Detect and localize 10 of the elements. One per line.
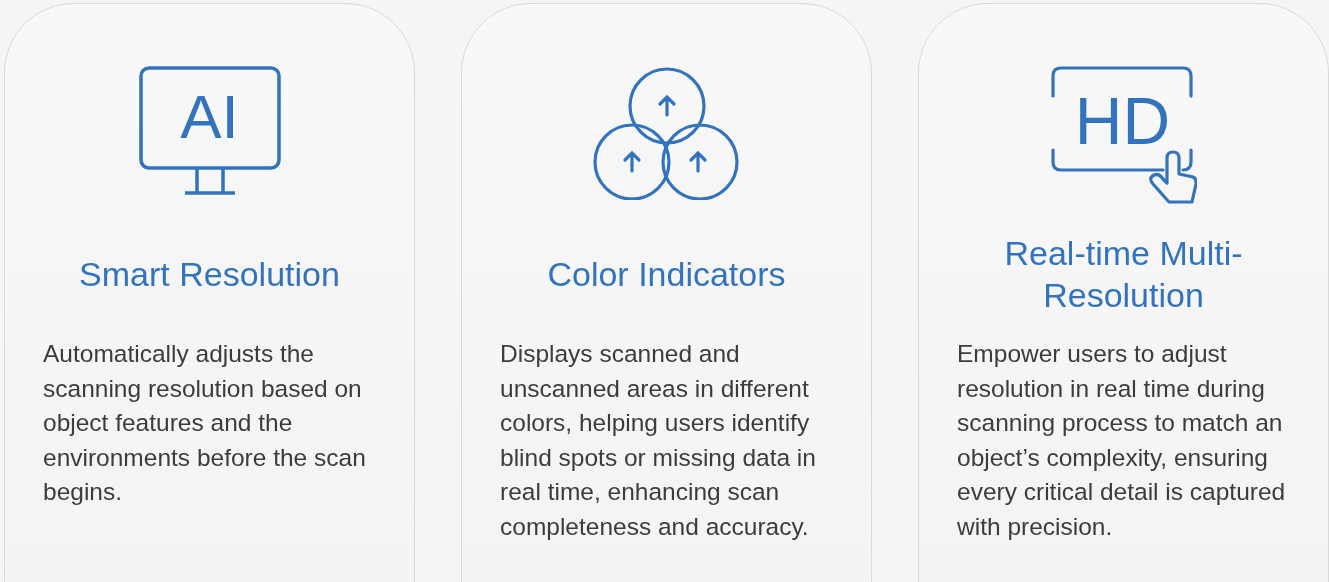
card-title: Color Indicators — [547, 254, 786, 295]
monitor-icon — [138, 66, 281, 196]
circles-icon — [592, 66, 741, 200]
icon-text: HD — [1073, 88, 1172, 154]
icon-text: AI — [179, 86, 240, 148]
card-description: Automatically adjusts the scanning resolution based on object features and the environments before the scan begins. — [43, 339, 367, 507]
card-title: Smart Resolution — [79, 254, 340, 295]
card-description: Empower users to adjust resolution in real time during scanning process to match an object’s complexity, ensuring every critical detail is captured with precision. — [957, 339, 1287, 542]
card-description: Displays scanned and unscanned areas in different colors, helping users identify blind spots or missing data in real time, enhancing scan completeness and accuracy. — [500, 339, 817, 542]
card-title: Real-time Multi-Resolution — [1003, 233, 1244, 316]
